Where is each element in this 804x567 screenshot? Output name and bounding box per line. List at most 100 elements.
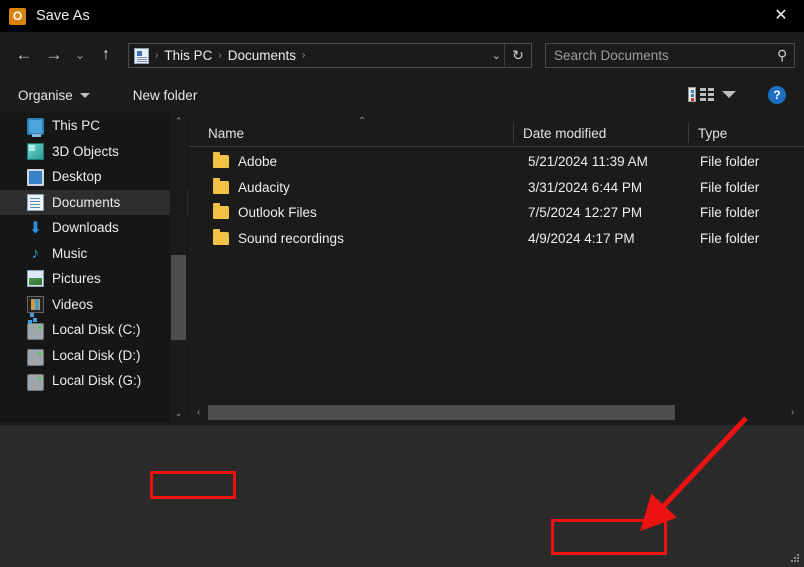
column-header-date-modified[interactable]: Date modified bbox=[523, 120, 606, 146]
type-cell: File folder bbox=[700, 205, 760, 221]
sidebar-item-videos[interactable]: Videos bbox=[0, 292, 188, 318]
dialog-footer: File name: Microsoft Outlook Test Messag… bbox=[0, 425, 804, 567]
scroll-right-icon[interactable]: › bbox=[784, 404, 801, 421]
address-bar[interactable]: › This PC › Documents › ⌄ ↻ bbox=[128, 43, 532, 68]
navigation-pane: This PC 3D Objects Desktop Documents ⬇ D… bbox=[0, 113, 188, 422]
music-icon: ♪ bbox=[31, 244, 40, 262]
column-header-type[interactable]: Type bbox=[698, 120, 727, 146]
videos-icon bbox=[27, 295, 44, 313]
forward-button[interactable]: → bbox=[39, 40, 69, 70]
documents-icon bbox=[27, 193, 44, 211]
sidebar-item-documents[interactable]: Documents bbox=[0, 189, 188, 215]
command-bar: Organise New folder bbox=[0, 78, 804, 113]
new-folder-button[interactable]: New folder bbox=[133, 88, 198, 103]
folder-icon bbox=[213, 177, 229, 194]
breadcrumb-separator-2[interactable]: › bbox=[300, 50, 307, 61]
details-view-icon[interactable] bbox=[688, 87, 714, 102]
sidebar-item-label: Documents bbox=[52, 194, 121, 210]
refresh-icon[interactable]: ↻ bbox=[504, 44, 531, 67]
column-divider[interactable] bbox=[513, 123, 514, 143]
folder-icon bbox=[213, 203, 229, 220]
downloads-icon: ⬇ bbox=[28, 219, 43, 237]
window-title: Save As bbox=[36, 8, 90, 24]
organise-label: Organise bbox=[18, 88, 73, 103]
sidebar-item-label: Music bbox=[52, 245, 88, 261]
horizontal-scrollbar[interactable]: ‹ › bbox=[190, 404, 801, 421]
sidebar-item-label: 3D Objects bbox=[52, 143, 119, 159]
sidebar-item-3d-objects[interactable]: 3D Objects bbox=[0, 139, 188, 165]
breadcrumb-this-pc[interactable]: This PC bbox=[160, 48, 216, 63]
file-name-cell: Outlook Files bbox=[238, 205, 317, 221]
outlook-icon bbox=[9, 7, 26, 25]
sidebar-item-desktop[interactable]: Desktop bbox=[0, 164, 188, 190]
table-row[interactable]: Sound recordings 4/9/2024 4:17 PM File f… bbox=[188, 226, 804, 252]
scroll-up-icon[interactable]: ⌃ bbox=[170, 113, 187, 130]
column-header-name[interactable]: Name bbox=[208, 120, 244, 146]
file-name-cell: Audacity bbox=[238, 179, 290, 195]
local-disk-g-icon bbox=[27, 374, 44, 392]
date-modified-cell: 4/9/2024 4:17 PM bbox=[528, 230, 635, 246]
table-row[interactable]: Outlook Files 7/5/2024 12:27 PM File fol… bbox=[188, 200, 804, 226]
scroll-down-icon[interactable]: ⌄ bbox=[170, 405, 187, 422]
address-dropdown-icon[interactable]: ⌄ bbox=[492, 44, 501, 67]
type-cell: File folder bbox=[700, 230, 760, 246]
breadcrumb-separator-0: › bbox=[155, 50, 159, 61]
sidebar-item-label: Pictures bbox=[52, 271, 101, 286]
documents-folder-icon bbox=[134, 47, 149, 64]
help-icon[interactable]: ? bbox=[768, 86, 786, 104]
sidebar-scrollbar[interactable]: ⌃ ⌄ bbox=[170, 113, 187, 422]
date-modified-cell: 3/31/2024 6:44 PM bbox=[528, 179, 643, 195]
sort-ascending-icon: ⌃ bbox=[358, 116, 367, 127]
sidebar-item-label: Local Disk (D:) bbox=[52, 347, 141, 363]
sidebar-item-label: This PC bbox=[52, 118, 101, 133]
scroll-left-icon[interactable]: ‹ bbox=[190, 404, 207, 421]
date-modified-cell: 5/21/2024 11:39 AM bbox=[528, 154, 648, 170]
search-icon: ⚲ bbox=[776, 47, 787, 63]
file-name-cell: Adobe bbox=[238, 154, 278, 170]
search-box[interactable]: Search Documents ⚲ bbox=[545, 43, 795, 68]
save-as-dialog: Save As ✕ ← → ⌄ ↑ › This PC › Documents … bbox=[0, 0, 804, 567]
type-cell: File folder bbox=[700, 179, 760, 195]
sidebar-item-downloads[interactable]: ⬇ Downloads bbox=[0, 215, 188, 241]
view-options-caret-icon[interactable] bbox=[722, 91, 736, 98]
back-button[interactable]: ← bbox=[9, 40, 39, 70]
chevron-down-icon bbox=[79, 93, 90, 98]
scrollbar-thumb[interactable] bbox=[208, 405, 675, 420]
title-bar: Save As ✕ bbox=[0, 0, 804, 32]
close-icon[interactable]: ✕ bbox=[758, 0, 804, 32]
scrollbar-thumb[interactable] bbox=[171, 255, 186, 340]
file-rows: Adobe 5/21/2024 11:39 AM File folder Aud… bbox=[188, 149, 804, 251]
search-placeholder: Search Documents bbox=[554, 48, 669, 63]
sidebar-item-local-disk-d[interactable]: Local Disk (D:) bbox=[0, 343, 188, 369]
sidebar-item-this-pc[interactable]: This PC bbox=[0, 113, 188, 139]
sidebar-item-label: Downloads bbox=[52, 220, 119, 235]
sidebar-item-pictures[interactable]: Pictures bbox=[0, 266, 188, 292]
folder-icon bbox=[213, 228, 229, 245]
up-button[interactable]: ↑ bbox=[91, 40, 121, 70]
type-cell: File folder bbox=[700, 154, 760, 170]
sidebar-item-label: Videos bbox=[52, 296, 94, 312]
breadcrumb-documents[interactable]: Documents bbox=[224, 48, 300, 63]
column-headers: ⌃ Name Date modified Type bbox=[188, 116, 804, 147]
sidebar-item-local-disk-c[interactable]: Local Disk (C:) bbox=[0, 317, 188, 343]
desktop-icon bbox=[27, 169, 44, 187]
local-disk-c-icon bbox=[27, 320, 44, 341]
sidebar-item-label: Local Disk (G:) bbox=[52, 373, 142, 388]
3d-objects-icon bbox=[27, 142, 44, 160]
file-list: ⌃ Name Date modified Type Adobe 5/21/202… bbox=[188, 113, 804, 403]
sidebar-item-local-disk-g[interactable]: Local Disk (G:) bbox=[0, 368, 188, 394]
column-divider[interactable] bbox=[688, 123, 689, 143]
sidebar-item-music[interactable]: ♪ Music bbox=[0, 241, 188, 267]
file-name-cell: Sound recordings bbox=[238, 230, 344, 246]
resize-grip[interactable] bbox=[791, 554, 800, 563]
date-modified-cell: 7/5/2024 12:27 PM bbox=[528, 205, 643, 221]
local-disk-d-icon bbox=[27, 348, 44, 366]
table-row[interactable]: Adobe 5/21/2024 11:39 AM File folder bbox=[188, 149, 804, 175]
recent-locations-button[interactable]: ⌄ bbox=[69, 40, 91, 70]
table-row[interactable]: Audacity 3/31/2024 6:44 PM File folder bbox=[188, 175, 804, 201]
organise-button[interactable]: Organise bbox=[18, 88, 90, 103]
sidebar-item-label: Desktop bbox=[52, 169, 102, 184]
sidebar-item-label: Local Disk (C:) bbox=[52, 322, 141, 337]
new-folder-label: New folder bbox=[132, 88, 198, 103]
folder-icon bbox=[213, 152, 229, 169]
